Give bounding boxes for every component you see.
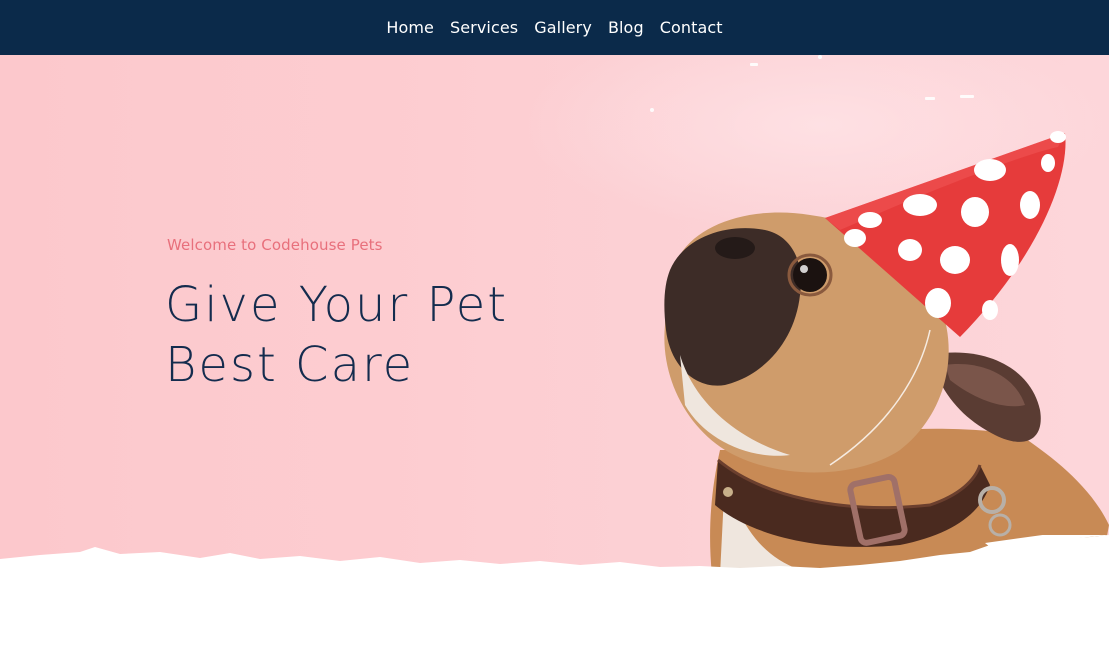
top-navbar: Home Services Gallery Blog Contact (0, 0, 1109, 55)
torn-paper-edge (0, 535, 1109, 654)
hero-headline-line-1: Give Your Pet (165, 277, 509, 333)
nav-link-services[interactable]: Services (450, 18, 518, 37)
hero-eyebrow: Welcome to Codehouse Pets (167, 236, 383, 254)
confetti-specks (650, 55, 974, 112)
hero-headline: Give Your Pet Best Care (165, 275, 585, 395)
nav-link-gallery[interactable]: Gallery (534, 18, 592, 37)
nav-link-home[interactable]: Home (386, 18, 434, 37)
nav-link-blog[interactable]: Blog (608, 18, 644, 37)
nav-link-contact[interactable]: Contact (660, 18, 723, 37)
nav-menu: Home Services Gallery Blog Contact (386, 18, 722, 37)
hero-headline-line-2: Best Care (165, 337, 415, 393)
hero-section: Welcome to Codehouse Pets Give Your Pet … (0, 55, 1109, 654)
